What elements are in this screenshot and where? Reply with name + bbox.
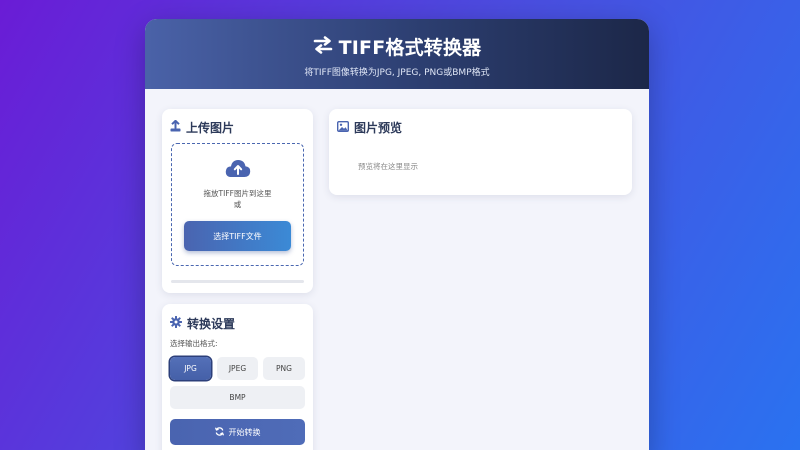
swap-arrows-icon <box>313 35 333 58</box>
upload-title-text: 上传图片 <box>186 121 235 135</box>
format-option-png[interactable]: PNG <box>263 357 305 380</box>
preview-title-text: 图片预览 <box>354 121 403 135</box>
select-tiff-button[interactable]: 选择TIFF文件 <box>184 221 291 251</box>
convert-button-label: 开始转换 <box>228 427 261 437</box>
format-option-jpg[interactable]: JPG <box>170 357 211 380</box>
settings-card: 转换设置 选择输出格式: JPG JPEG PNG BMP 开始转换 <box>162 304 313 450</box>
drop-text: 拖放TIFF图片到这里 <box>203 189 272 198</box>
upload-card-title: 上传图片 <box>170 119 234 136</box>
upload-progress-bar <box>171 280 304 283</box>
cloud-upload-icon <box>225 158 251 182</box>
app-header: TIFF格式转换器 将TIFF图像转换为JPG, JPEG, PNG或BMP格式 <box>145 19 649 89</box>
preview-placeholder: 预览将在这里显示 <box>358 162 418 171</box>
drop-instructions: 拖放TIFF图片到这里 或 <box>172 188 303 210</box>
format-label: 选择输出格式: <box>170 339 218 348</box>
preview-card-title: 图片预览 <box>336 119 403 136</box>
app-title: TIFF格式转换器 <box>338 37 482 59</box>
dropzone[interactable]: 拖放TIFF图片到这里 或 选择TIFF文件 <box>171 143 304 266</box>
image-icon <box>336 120 350 135</box>
title-row: TIFF格式转换器 <box>145 19 649 60</box>
format-option-jpeg[interactable]: JPEG <box>217 357 258 380</box>
settings-card-title: 转换设置 <box>170 315 235 332</box>
preview-card: 图片预览 预览将在这里显示 <box>329 109 632 195</box>
gear-icon <box>170 316 182 331</box>
format-option-bmp[interactable]: BMP <box>170 386 305 409</box>
start-convert-button[interactable]: 开始转换 <box>170 419 305 445</box>
refresh-icon <box>214 426 224 438</box>
upload-card: 上传图片 拖放TIFF图片到这里 或 选择TIFF文件 <box>162 109 313 293</box>
or-text: 或 <box>233 200 242 209</box>
converter-app: TIFF格式转换器 将TIFF图像转换为JPG, JPEG, PNG或BMP格式… <box>145 19 649 450</box>
upload-icon <box>170 119 181 135</box>
settings-title-text: 转换设置 <box>187 317 236 331</box>
app-subtitle: 将TIFF图像转换为JPG, JPEG, PNG或BMP格式 <box>304 68 490 78</box>
